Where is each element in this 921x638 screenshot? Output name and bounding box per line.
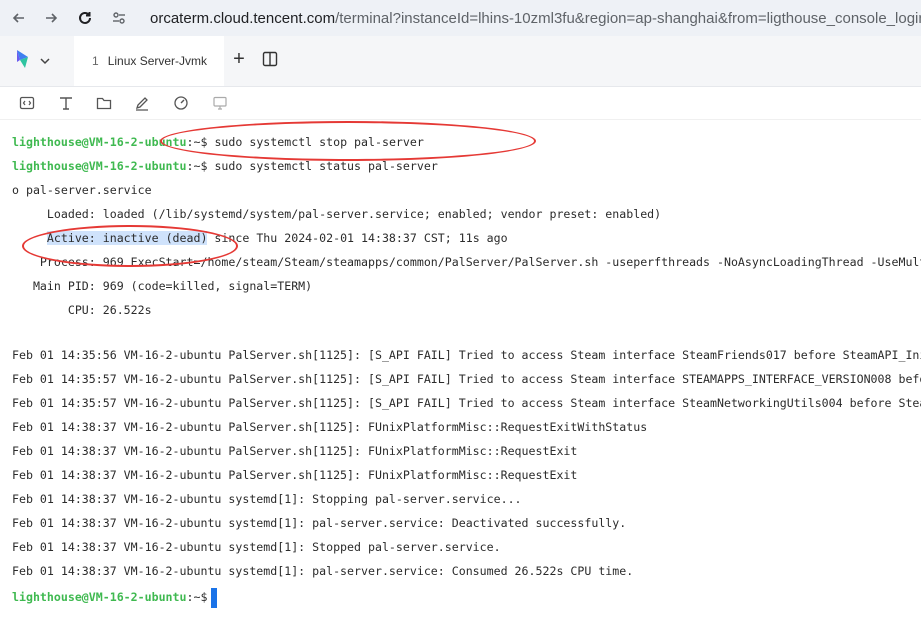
browser-address-bar: orcaterm.cloud.tencent.com/terminal?inst… [0, 0, 921, 36]
url-host: orcaterm.cloud.tencent.com [150, 9, 336, 27]
terminal-line-mainpid: Main PID: 969 (code=killed, signal=TERM) [12, 279, 313, 293]
code-icon[interactable] [18, 94, 36, 112]
text-format-icon[interactable] [57, 94, 75, 112]
terminal-line-cmd-status: lighthouse@VM-16-2-ubuntu:~$ sudo system… [12, 155, 438, 177]
url-path: /terminal?instanceId=lhins-10zml3fu&regi… [335, 9, 921, 27]
prompt-user: lighthouse@VM-16-2-ubuntu [12, 135, 187, 149]
back-arrow-icon[interactable] [8, 7, 30, 29]
terminal-cursor [211, 587, 218, 608]
log-line: Feb 01 14:35:57 VM-16-2-ubuntu PalServer… [12, 396, 921, 410]
terminal-toolbar [0, 87, 921, 120]
command-text: sudo systemctl stop pal-server [214, 135, 424, 149]
prompt-separator: :~$ [186, 135, 215, 149]
active-status-highlight: Active: inactive (dead) [46, 231, 208, 245]
orcaterm-logo[interactable] [14, 49, 54, 73]
tab-index: 1 [92, 54, 99, 68]
orcaterm-logo-icon [14, 48, 34, 75]
monitor-icon[interactable] [211, 94, 229, 112]
prompt-separator: :~$ [186, 159, 215, 173]
tab-linux-server[interactable]: 1 Linux Server-Jvmk [74, 36, 224, 86]
terminal-line-final-prompt: lighthouse@VM-16-2-ubuntu:~$ [12, 586, 218, 608]
terminal-line-process: Process: 969 ExecStart=/home/steam/Steam… [12, 255, 921, 269]
active-since: since Thu 2024-02-01 14:38:37 CST; 11s a… [207, 231, 508, 245]
pen-icon[interactable] [133, 94, 151, 112]
tab-label: Linux Server-Jvmk [107, 54, 208, 68]
prompt-user: lighthouse@VM-16-2-ubuntu [12, 159, 187, 173]
gauge-icon[interactable] [172, 94, 190, 112]
split-view-icon[interactable] [262, 51, 280, 69]
log-line: Feb 01 14:38:37 VM-16-2-ubuntu systemd[1… [12, 516, 627, 530]
log-line: Feb 01 14:38:37 VM-16-2-ubuntu systemd[1… [12, 540, 501, 554]
log-line: Feb 01 14:38:37 VM-16-2-ubuntu PalServer… [12, 468, 578, 482]
prompt-separator: :~$ [186, 590, 208, 604]
terminal-line-active: Active: inactive (dead) since Thu 2024-0… [12, 227, 508, 249]
terminal-line-cmd-stop: lighthouse@VM-16-2-ubuntu:~$ sudo system… [12, 131, 424, 153]
terminal-output[interactable]: lighthouse@VM-16-2-ubuntu:~$ sudo system… [0, 120, 921, 638]
folder-icon[interactable] [95, 94, 113, 112]
log-line: Feb 01 14:38:37 VM-16-2-ubuntu PalServer… [12, 420, 648, 434]
site-info-icon[interactable] [108, 7, 130, 29]
log-line: Feb 01 14:38:37 VM-16-2-ubuntu systemd[1… [12, 492, 522, 506]
terminal-tab-bar: 1 Linux Server-Jvmk + [0, 36, 921, 87]
terminal-line-loaded: Loaded: loaded (/lib/systemd/system/pal-… [12, 207, 662, 221]
chevron-down-icon [40, 52, 50, 70]
log-line: Feb 01 14:35:57 VM-16-2-ubuntu PalServer… [12, 372, 921, 386]
command-text: sudo systemctl status pal-server [214, 159, 438, 173]
log-line: Feb 01 14:38:37 VM-16-2-ubuntu systemd[1… [12, 564, 634, 578]
url-field[interactable]: orcaterm.cloud.tencent.com/terminal?inst… [150, 6, 921, 30]
terminal-line-service: o pal-server.service [12, 183, 152, 197]
terminal-line-cpu: CPU: 26.522s [12, 303, 152, 317]
reload-icon[interactable] [74, 7, 96, 29]
log-line: Feb 01 14:35:56 VM-16-2-ubuntu PalServer… [12, 348, 921, 362]
forward-arrow-icon[interactable] [40, 7, 62, 29]
prompt-user: lighthouse@VM-16-2-ubuntu [12, 590, 187, 604]
add-tab-button[interactable]: + [229, 49, 249, 70]
log-line: Feb 01 14:38:37 VM-16-2-ubuntu PalServer… [12, 444, 578, 458]
